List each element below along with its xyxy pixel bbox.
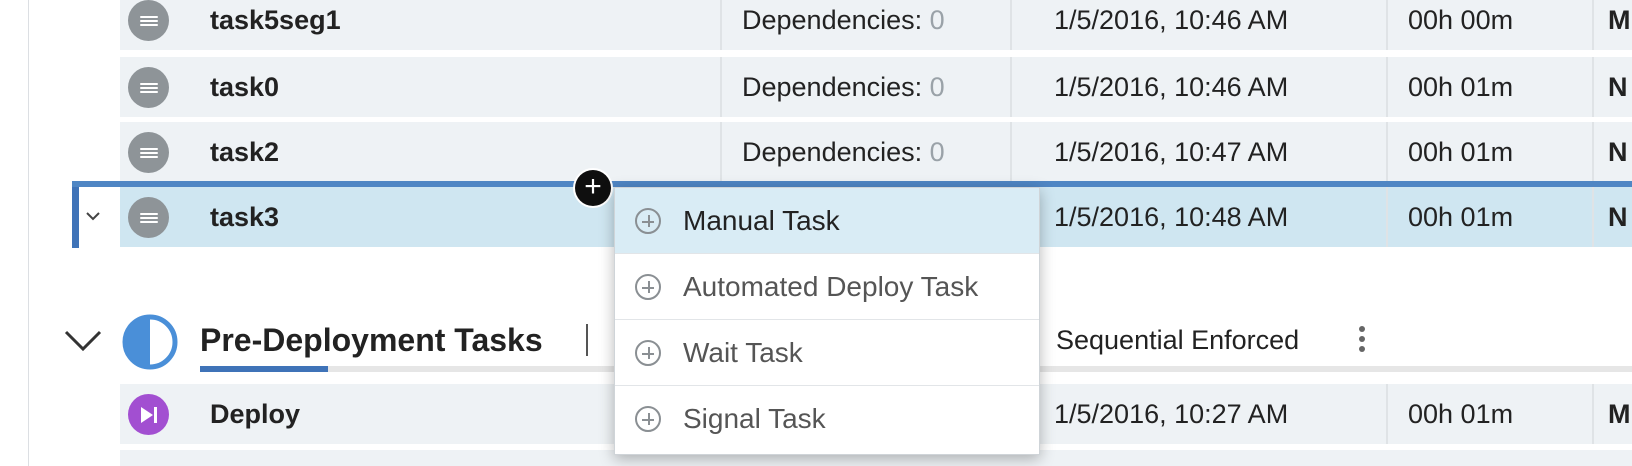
dependencies-count: 0	[929, 5, 945, 35]
column-divider	[1386, 384, 1388, 444]
half-circle-progress-icon	[122, 314, 178, 370]
add-icon[interactable]: +	[575, 170, 611, 206]
column-divider	[1592, 384, 1594, 444]
task-name[interactable]: Deploy	[210, 384, 300, 444]
column-divider	[1386, 0, 1388, 50]
add-circle-icon	[635, 273, 661, 300]
group-mode[interactable]: Sequential Enforced	[1056, 310, 1299, 370]
duration-cell: 00h 01m	[1408, 202, 1514, 232]
column-divider	[720, 57, 722, 117]
column-divider	[1592, 0, 1594, 50]
timestamp-cell: 1/5/2016, 10:46 AM	[1054, 72, 1289, 102]
column-divider	[1010, 122, 1012, 182]
group-progress-bar	[200, 366, 328, 372]
menu-item-signal-task[interactable]: Signal Task	[615, 386, 1039, 451]
group-title[interactable]: Pre-Deployment Tasks	[200, 310, 543, 370]
dependencies-count: 0	[929, 137, 945, 167]
column-divider	[1592, 57, 1594, 117]
column-divider	[1592, 187, 1594, 247]
menu-item-manual-task[interactable]: Manual Task	[615, 188, 1039, 254]
column-divider	[1386, 57, 1388, 117]
title-divider	[586, 324, 588, 356]
task-name[interactable]: task3	[210, 187, 279, 247]
menu-item-automated-deploy-task[interactable]: Automated Deploy Task	[615, 254, 1039, 320]
timestamp-cell: 1/5/2016, 10:48 AM	[1054, 202, 1289, 232]
deploy-icon	[128, 394, 169, 435]
manual-task-icon	[128, 67, 169, 108]
task-name[interactable]: task0	[210, 57, 279, 117]
column-divider	[1010, 0, 1012, 50]
table-row[interactable]: task5seg1 Dependencies: 0 1/5/2016, 10:4…	[120, 0, 1632, 50]
manual-task-icon	[128, 197, 169, 238]
duration-cell: 00h 01m	[1408, 72, 1514, 102]
timestamp-cell: 1/5/2016, 10:27 AM	[1054, 399, 1289, 429]
menu-item-label: Signal Task	[683, 402, 826, 434]
column-divider	[1592, 122, 1594, 182]
left-rail	[28, 0, 29, 466]
add-circle-icon	[635, 405, 661, 432]
manual-task-icon	[128, 132, 169, 173]
add-task-menu: Manual Task Automated Deploy Task Wait T…	[614, 187, 1040, 455]
dependencies-cell[interactable]: Dependencies: 0	[742, 122, 945, 182]
duration-cell: 00h 01m	[1408, 137, 1514, 167]
column-divider	[720, 0, 722, 50]
menu-item-label: Manual Task	[683, 204, 840, 236]
dependencies-label: Dependencies:	[742, 137, 923, 167]
table-row[interactable]: task2 Dependencies: 0 1/5/2016, 10:47 AM…	[120, 122, 1632, 182]
task-name[interactable]: task5seg1	[210, 0, 341, 50]
add-circle-icon	[635, 339, 661, 366]
timestamp-cell: 1/5/2016, 10:47 AM	[1054, 137, 1289, 167]
duration-cell: 00h 00m	[1408, 5, 1514, 35]
trailing-cell: N	[1608, 137, 1628, 167]
add-circle-icon	[635, 207, 661, 234]
trailing-cell: N	[1608, 72, 1628, 102]
column-divider	[720, 122, 722, 182]
trailing-cell: M	[1608, 399, 1631, 429]
column-divider	[1386, 187, 1388, 247]
chevron-down-icon[interactable]	[60, 316, 106, 362]
menu-item-label: Automated Deploy Task	[683, 270, 979, 302]
column-divider	[1010, 57, 1012, 117]
selection-marker	[72, 181, 79, 248]
trailing-cell: N	[1608, 202, 1628, 232]
duration-cell: 00h 01m	[1408, 399, 1514, 429]
dependencies-cell[interactable]: Dependencies: 0	[742, 57, 945, 117]
menu-item-wait-task[interactable]: Wait Task	[615, 320, 1039, 386]
table-row[interactable]: task0 Dependencies: 0 1/5/2016, 10:46 AM…	[120, 57, 1632, 117]
dependencies-cell[interactable]: Dependencies: 0	[742, 0, 945, 50]
dependencies-label: Dependencies:	[742, 72, 923, 102]
play-next-icon	[140, 406, 157, 423]
column-divider	[1386, 122, 1388, 182]
timestamp-cell: 1/5/2016, 10:46 AM	[1054, 5, 1289, 35]
dependencies-label: Dependencies:	[742, 5, 923, 35]
menu-item-label: Wait Task	[683, 336, 803, 368]
chevron-down-icon[interactable]	[82, 205, 104, 227]
dependencies-count: 0	[929, 72, 945, 102]
more-options-icon[interactable]	[1356, 324, 1368, 358]
task-name[interactable]: task2	[210, 122, 279, 182]
trailing-cell: M	[1608, 5, 1631, 35]
manual-task-icon	[128, 0, 169, 41]
